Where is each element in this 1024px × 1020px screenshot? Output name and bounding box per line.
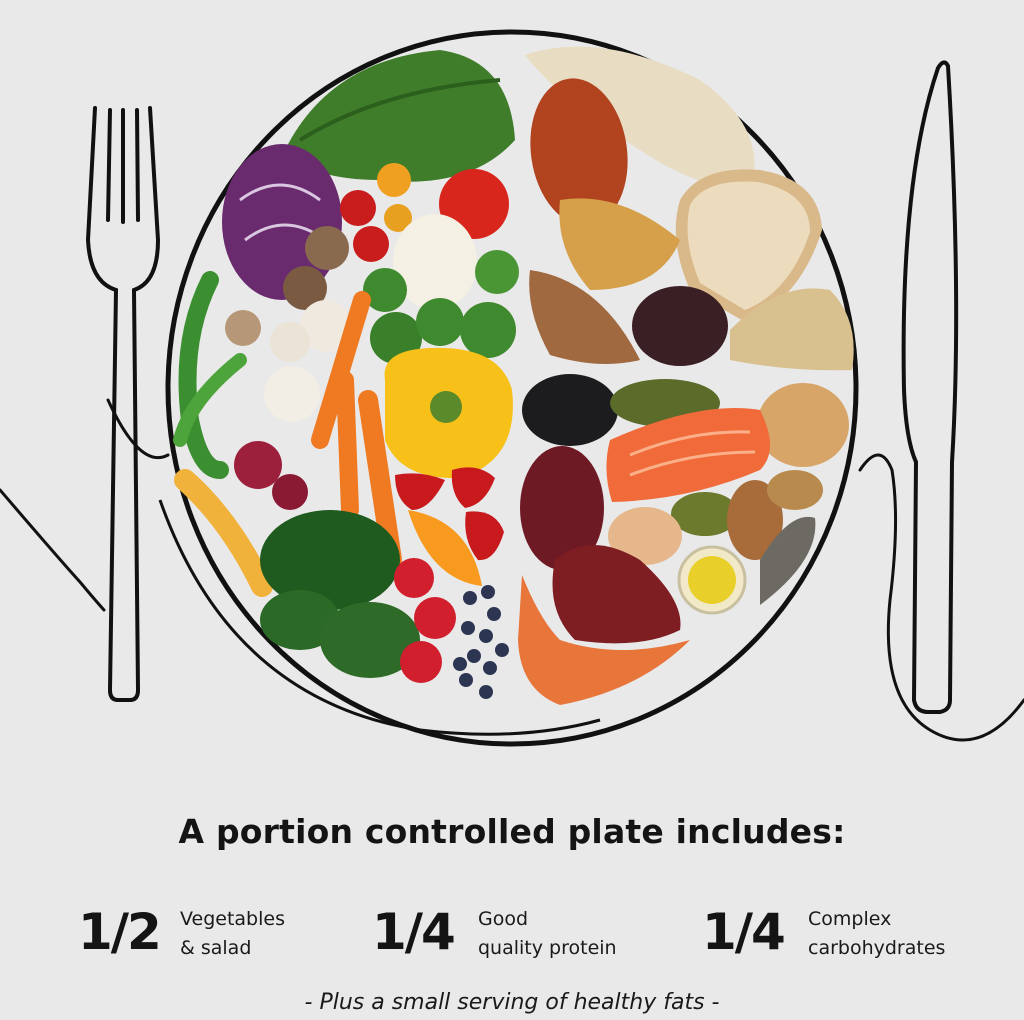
portion-protein: 1/4 Good quality protein — [372, 900, 662, 966]
portion-line: carbohydrates — [808, 937, 946, 959]
plate-illustration — [0, 29, 1024, 747]
portion-line: & salad — [180, 937, 252, 959]
portion-line: quality protein — [478, 937, 617, 959]
portion-carbohydrates: 1/4 Complex carbohydrates — [702, 900, 1002, 966]
protein-carb-section — [518, 46, 854, 705]
portion-line: Complex — [808, 908, 892, 930]
portion-line: Vegetables — [180, 908, 285, 930]
portion-vegetables: 1/2 Vegetables & salad — [78, 900, 338, 966]
portion-fraction: 1/4 — [372, 903, 456, 961]
portion-fraction: 1/2 — [78, 903, 162, 961]
portion-fraction: 1/4 — [702, 903, 786, 961]
healthy-fats-note: - Plus a small serving of healthy fats - — [304, 990, 720, 1015]
portion-line: Good — [478, 908, 529, 930]
headline: A portion controlled plate includes: — [178, 812, 846, 851]
portion-description: Vegetables & salad — [180, 905, 285, 963]
knife-icon — [858, 60, 1024, 742]
vegetables-section — [173, 50, 519, 699]
portion-description: Good quality protein — [478, 905, 617, 963]
fork-icon — [0, 106, 170, 702]
portion-description: Complex carbohydrates — [808, 905, 945, 963]
